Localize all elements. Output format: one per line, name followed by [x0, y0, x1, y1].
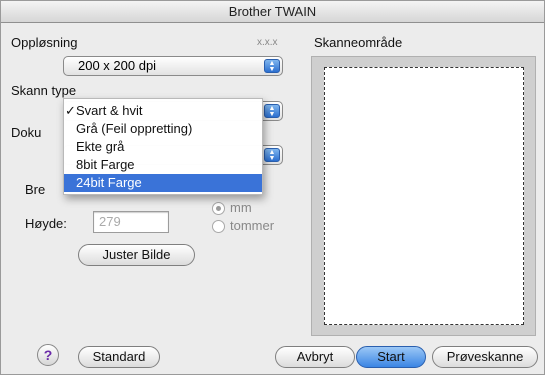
scan-type-label: Skann type — [11, 83, 77, 98]
resolution-units-hint: x.x.x — [257, 37, 278, 48]
scan-area-selection[interactable] — [324, 67, 524, 325]
check-icon: ✓ — [65, 103, 76, 118]
unit-inch-radio[interactable] — [212, 220, 225, 233]
scan-type-menu: ✓ Svart & hvit Grå (Feil oppretting) Ekt… — [63, 98, 263, 195]
menu-item-black-white[interactable]: ✓ Svart & hvit — [64, 102, 262, 120]
scan-area-label: Skanneområde — [314, 35, 403, 50]
resolution-value: 200 x 200 dpi — [78, 58, 157, 73]
menu-item-true-gray[interactable]: Ekte grå — [64, 138, 262, 156]
unit-inch-label: tommer — [230, 218, 275, 233]
menu-item-label: 24bit Farge — [76, 175, 142, 190]
menu-item-label: Grå (Feil oppretting) — [76, 121, 193, 136]
help-icon[interactable]: ? — [37, 344, 59, 366]
height-label: Høyde: — [25, 216, 67, 231]
adjust-image-button[interactable]: Juster Bilde — [78, 244, 195, 266]
standard-button[interactable]: Standard — [78, 346, 160, 368]
unit-mm-label: mm — [230, 200, 252, 215]
menu-item-label: 8bit Farge — [76, 157, 135, 172]
resolution-label: Oppløsning — [11, 35, 78, 50]
window-title: Brother TWAIN — [1, 1, 544, 23]
preview-button[interactable]: Prøveskanne — [432, 346, 538, 368]
unit-mm-radio[interactable] — [212, 202, 225, 215]
document-size-label: Doku — [11, 125, 42, 140]
popup-arrows-icon: ▲ ▼ — [264, 59, 280, 73]
popup-arrows-icon: ▲ ▼ — [264, 104, 280, 118]
menu-item-24bit-color[interactable]: 24bit Farge — [64, 174, 262, 192]
scan-area-preview[interactable] — [311, 56, 536, 336]
height-field[interactable]: 279 — [93, 211, 169, 233]
brother-twain-window: Brother TWAIN Oppløsning x.x.x 200 x 200… — [0, 0, 545, 375]
start-button[interactable]: Start — [356, 346, 426, 368]
menu-item-label: Ekte grå — [76, 139, 125, 154]
popup-arrows-icon: ▲ ▼ — [264, 148, 280, 162]
menu-item-label: Svart & hvit — [76, 103, 143, 118]
menu-item-8bit-color[interactable]: 8bit Farge — [64, 156, 262, 174]
resolution-popup[interactable]: 200 x 200 dpi ▲ ▼ — [63, 56, 283, 76]
cancel-button[interactable]: Avbryt — [275, 346, 355, 368]
menu-item-gray-error-diffusion[interactable]: Grå (Feil oppretting) — [64, 120, 262, 138]
width-label: Bre — [25, 182, 46, 197]
